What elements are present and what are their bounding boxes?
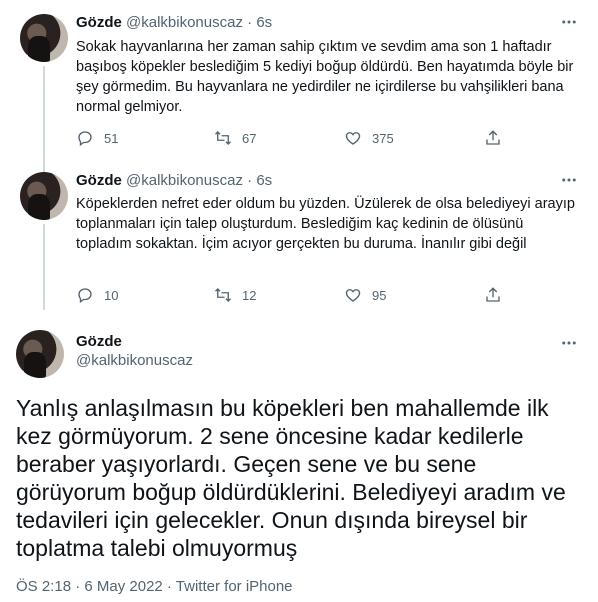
tweet-header: Gözde @kalkbikonuscaz · 6s <box>76 14 272 31</box>
share-icon <box>486 287 500 302</box>
display-name[interactable]: Gözde <box>76 14 122 31</box>
tweet-text: Sokak hayvanlarına her zaman sahip çıktı… <box>76 39 574 115</box>
user-handle[interactable]: @kalkbikonuscaz <box>76 352 193 369</box>
reply-count: 51 <box>104 130 119 146</box>
tweet-text: Köpeklerden nefret eder oldum bu yüzden.… <box>76 196 575 252</box>
reply-button[interactable]: 10 <box>76 286 118 304</box>
like-button[interactable]: 375 <box>344 129 394 147</box>
reply-icon <box>78 288 92 304</box>
tweet-1[interactable]: Gözde @kalkbikonuscaz · 6s Sokak hayvanl… <box>0 0 598 174</box>
avatar[interactable] <box>16 330 64 378</box>
like-count: 375 <box>372 130 394 146</box>
timestamp[interactable]: 6s <box>256 172 272 189</box>
tweet-header: Gözde @kalkbikonuscaz · 6s <box>76 172 272 189</box>
retweet-button[interactable]: 67 <box>214 129 256 147</box>
more-dots-icon[interactable] <box>560 171 578 194</box>
user-handle[interactable]: @kalkbikonuscaz <box>126 14 243 31</box>
more-dots-icon[interactable] <box>560 334 578 357</box>
heart-icon <box>345 289 361 302</box>
thread-line <box>43 66 45 174</box>
tweet-2[interactable]: Gözde @kalkbikonuscaz · 6s Köpeklerden n… <box>0 160 598 310</box>
retweet-icon <box>215 288 231 302</box>
main-tweet-text: Yanlış anlaşılmasın bu köpekleri ben mah… <box>16 395 566 561</box>
reply-count: 10 <box>104 287 119 303</box>
retweet-icon <box>215 131 231 145</box>
like-count: 95 <box>372 287 387 303</box>
more-dots-icon[interactable] <box>560 13 578 36</box>
avatar[interactable] <box>20 14 68 62</box>
separator-dot: · <box>247 172 253 189</box>
share-button[interactable] <box>484 129 512 147</box>
retweet-count: 12 <box>242 287 257 303</box>
like-button[interactable]: 95 <box>344 286 386 304</box>
thread-line <box>43 224 45 310</box>
share-button[interactable] <box>484 286 512 304</box>
retweet-count: 67 <box>242 130 257 146</box>
avatar[interactable] <box>20 172 68 220</box>
user-handle[interactable]: @kalkbikonuscaz <box>126 172 243 189</box>
tweet-actions: 51 67 375 <box>76 129 506 149</box>
tweet-meta[interactable]: ÖS 2:18 · 6 May 2022 · Twitter for iPhon… <box>16 578 293 595</box>
retweet-button[interactable]: 12 <box>214 286 256 304</box>
separator-dot: · <box>247 14 253 31</box>
display-name[interactable]: Gözde <box>76 172 122 189</box>
reply-icon <box>78 131 92 147</box>
heart-icon <box>345 132 361 145</box>
reply-button[interactable]: 51 <box>76 129 118 147</box>
display-name[interactable]: Gözde <box>76 333 122 350</box>
tweet-actions: 10 12 95 <box>76 286 506 306</box>
share-icon <box>486 130 500 145</box>
timestamp[interactable]: 6s <box>256 14 272 31</box>
